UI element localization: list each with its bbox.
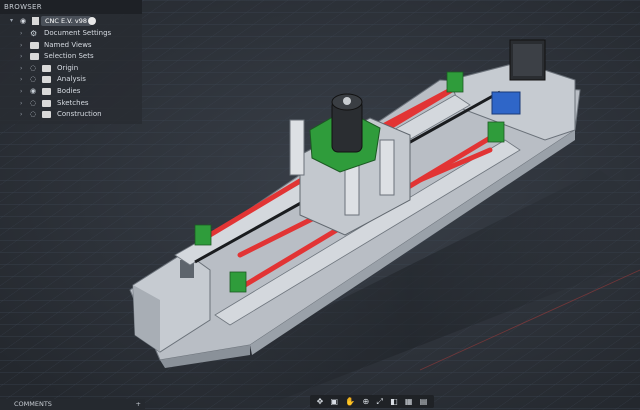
chevron-right-icon[interactable]: › [20,28,22,40]
chevron-right-icon[interactable]: › [20,51,22,63]
comments-panel[interactable]: COMMENTS + [0,399,145,410]
browser-item-bodies[interactable]: › ◉ Bodies [0,86,142,98]
browser-title: BROWSER [4,3,42,11]
folder-icon [30,41,39,49]
sidebar-item-label: Bodies [57,86,81,95]
eye-icon[interactable]: ◉ [30,86,36,98]
browser-item-origin[interactable]: › ◌ Origin [0,63,142,75]
eye-icon[interactable]: ◌ [30,98,36,110]
sidebar-item-label: Document Settings [44,29,112,37]
gear-icon: ⚙ [30,29,38,38]
folder-icon [30,53,39,61]
sidebar-item-label: Sketches [57,98,89,107]
orbit-icon[interactable]: ✥ [317,395,324,408]
navigation-bar: ✥ ▣ ✋ ⊕ ⤢ ◧ ▦ ▤ [310,395,434,408]
add-comment-button[interactable]: + [136,399,141,410]
browser-item-document-settings[interactable]: › ⚙ Document Settings [0,28,142,40]
folder-icon [42,64,51,72]
motor-coupler [491,91,521,115]
sidebar-item-label: Construction [57,110,102,119]
chevron-right-icon[interactable]: › [20,109,22,121]
carriage-upright-1 [289,119,305,176]
chevron-down-icon[interactable]: ▾ [10,14,13,28]
grid-icon[interactable]: ▦ [405,395,413,408]
browser-root[interactable]: ▾ ◉ CNC E.V. v98 [0,14,142,28]
eye-icon[interactable]: ◉ [20,14,26,28]
look-at-icon[interactable]: ▣ [331,395,339,408]
browser-item-selection-sets[interactable]: › Selection Sets [0,51,142,63]
browser-item-named-views[interactable]: › Named Views [0,40,142,52]
eye-icon[interactable]: ◌ [30,74,36,86]
rod-mount-1 [194,224,212,246]
browser-item-sketches[interactable]: › ◌ Sketches [0,98,142,110]
record-icon[interactable] [88,17,96,25]
sidebar-item-label: Named Views [44,40,92,49]
browser-header: BROWSER [0,0,142,14]
zoom-icon[interactable]: ⊕ [363,395,370,408]
display-mode-icon[interactable]: ◧ [390,395,398,408]
eye-icon[interactable]: ◌ [30,63,36,75]
chevron-right-icon[interactable]: › [20,74,22,86]
folder-icon [42,87,51,95]
sidebar-item-label: Analysis [57,75,86,84]
chevron-right-icon[interactable]: › [20,98,22,110]
folder-icon [42,111,51,119]
spindle-collet [343,97,351,105]
eye-icon[interactable]: ◌ [30,109,36,121]
sidebar-item-label: Origin [57,63,79,72]
sidebar-item-label: Selection Sets [44,52,94,61]
carriage-upright-3 [379,139,395,196]
browser-item-analysis[interactable]: › ◌ Analysis [0,74,142,86]
rod-mount-4 [487,121,505,143]
root-label[interactable]: CNC E.V. v98 [41,16,92,26]
rod-mount-2 [229,271,247,293]
comments-title: COMMENTS [14,400,52,408]
pan-icon[interactable]: ✋ [345,395,355,408]
browser-panel: BROWSER ▾ ◉ CNC E.V. v98 › ⚙ Document Se… [0,0,142,124]
viewports-icon[interactable]: ▤ [420,395,428,408]
fit-icon[interactable]: ⤢ [376,395,382,408]
rod-mount-3 [446,71,464,93]
browser-item-construction[interactable]: › ◌ Construction [0,109,142,121]
folder-icon [42,99,51,107]
chevron-right-icon[interactable]: › [20,63,22,75]
chevron-right-icon[interactable]: › [20,86,22,98]
folder-icon [42,76,51,84]
document-icon [32,17,39,25]
chevron-right-icon[interactable]: › [20,40,22,52]
stepper-face [513,44,542,76]
